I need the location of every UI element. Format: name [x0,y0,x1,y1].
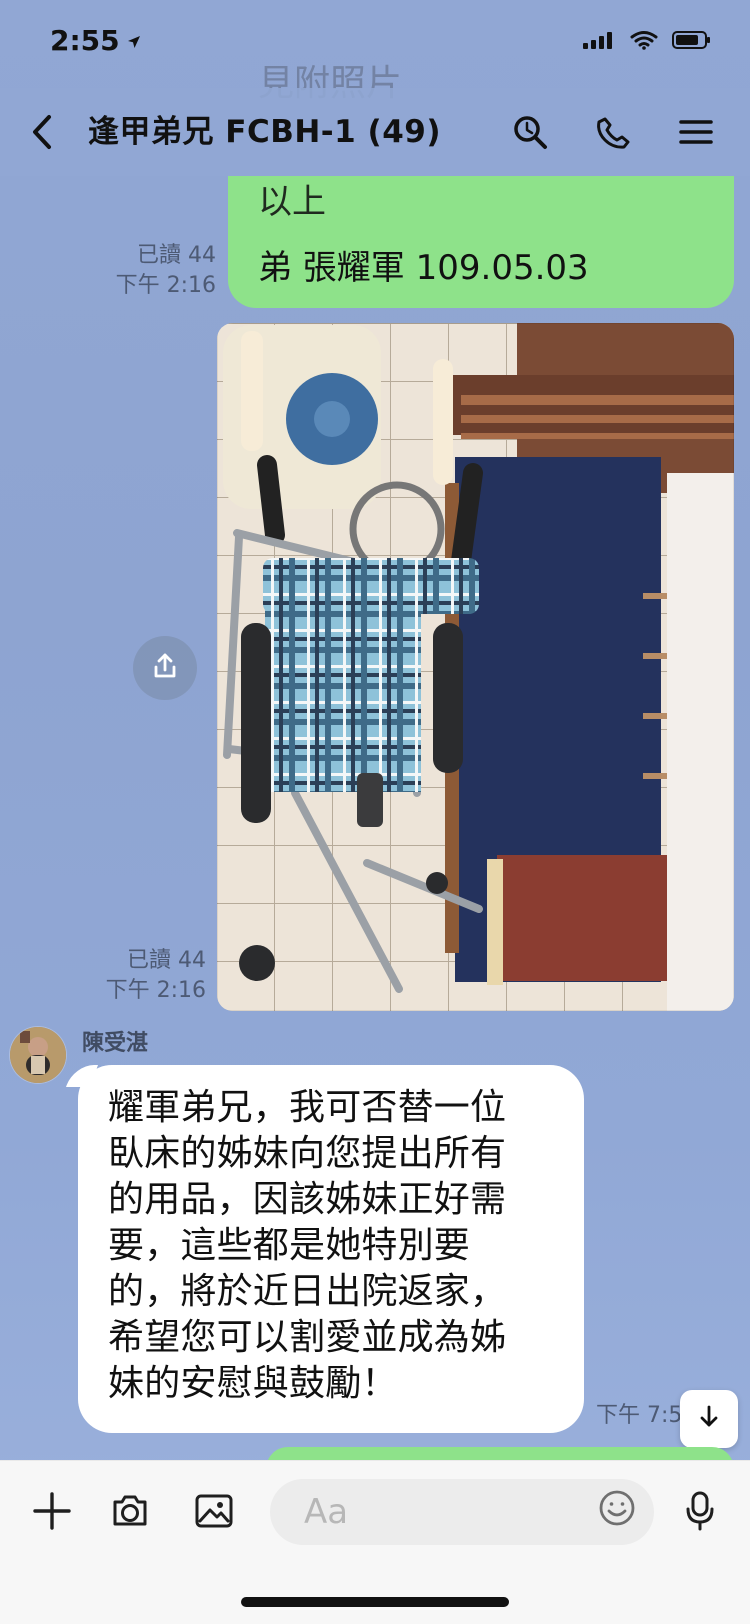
wheelchair-bed-photo [217,323,734,1011]
chat-screen: 2:55 見附照片 逢甲弟兄 FCBH-1 (49) 以上 弟 張耀軍 109.… [0,0,750,1624]
camera-button[interactable] [102,1485,158,1541]
scroll-down-button[interactable] [680,1390,738,1448]
call-button[interactable] [586,106,642,162]
outgoing-message-bubble[interactable]: 以上 弟 張耀軍 109.05.03 [228,176,734,308]
microphone-button[interactable] [672,1485,728,1541]
emoji-button[interactable] [596,1489,638,1531]
plus-icon [31,1490,73,1536]
search-icon [510,112,550,156]
incoming-message-text: 耀軍弟兄，我可否替一位 臥床的姊妹向您提出所有 的用品，因該姊妹正好需 要，這些… [108,1087,507,1404]
chevron-left-icon [28,113,56,155]
chat-title: 逢甲弟兄 FCBH-1 (49) [88,114,441,150]
arrow-down-icon [695,1403,723,1435]
microphone-icon [682,1489,718,1537]
image-icon [193,1490,235,1536]
wifi-icon [630,30,658,54]
back-button[interactable] [14,106,70,162]
incoming-message-bubble[interactable]: 耀軍弟兄，我可否替一位 臥床的姊妹向您提出所有 的用品，因該姊妹正好需 要，這些… [78,1065,584,1433]
message-time: 下午 7:5 [596,1403,683,1428]
location-arrow-icon [126,24,142,57]
emoji-icon [596,1487,638,1533]
avatar[interactable] [10,1027,66,1083]
status-bar: 2:55 [0,0,750,88]
outgoing-message-line: 弟 張耀軍 109.05.03 [258,248,589,288]
menu-button[interactable] [668,106,724,162]
chat-header: 逢甲弟兄 FCBH-1 (49) [0,88,750,176]
outgoing-message-line: 以上 [258,182,326,222]
battery-icon [672,30,712,54]
read-time-meta: 已讀 44 下午 2:16 [115,243,216,298]
home-indicator [241,1597,509,1607]
share-button[interactable] [133,636,197,700]
menu-icon [678,116,714,152]
search-button[interactable] [502,106,558,162]
signal-icon [582,30,616,54]
sender-name: 陳受湛 [82,1031,149,1056]
share-icon [150,651,180,685]
plus-button[interactable] [24,1485,80,1541]
camera-icon [108,1491,152,1535]
image-button[interactable] [186,1485,242,1541]
photo-message[interactable] [217,323,734,1011]
status-time: 2:55 [50,24,120,57]
phone-icon [594,112,634,156]
status-indicators [582,30,712,54]
status-time-group: 2:55 [50,24,142,57]
read-time-meta: 已讀 44 下午 2:16 [105,948,206,1003]
